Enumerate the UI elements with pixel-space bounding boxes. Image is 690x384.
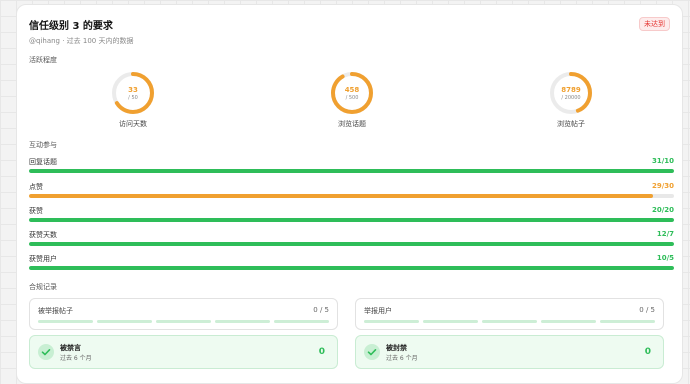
progress-label: 获赞用户 (29, 255, 57, 263)
box-label: 被举报帖子 (38, 307, 73, 315)
progress-fill (29, 218, 674, 222)
compliance-section-label: 合规记录 (29, 283, 57, 291)
ring-label: 访问天数 (119, 120, 147, 128)
segment (156, 320, 211, 323)
progress-track (29, 218, 674, 222)
engagement-section-label: 互动参与 (29, 141, 57, 149)
penalty-title: 被禁言 (60, 344, 81, 352)
progress-value: 31/10 (651, 157, 674, 165)
check-icon (38, 344, 54, 360)
segment (482, 320, 537, 323)
progress-label: 点赞 (29, 183, 43, 191)
ring-visit-days: 33 / 50 (111, 71, 155, 115)
subtitle: @qihang · 过去 100 天内的数据 (29, 37, 134, 45)
segment (274, 320, 329, 323)
progress-label: 获赞天数 (29, 231, 57, 239)
ring-value: 33 (128, 86, 138, 94)
ring-posts-viewed: 8789 / 20000 (549, 71, 593, 115)
segment-bar (38, 320, 329, 323)
progress-label: 回复话题 (29, 158, 57, 166)
progress-track (29, 242, 674, 246)
progress-fill (29, 194, 653, 198)
progress-value: 12/7 (656, 230, 674, 238)
ring-total: / 50 (128, 95, 138, 101)
progress-track (29, 169, 674, 173)
progress-track (29, 194, 674, 198)
progress-fill (29, 169, 674, 173)
page-title: 信任级别 3 的要求 (29, 21, 113, 32)
status-badge: 未达到 (639, 17, 670, 31)
ring-value: 8789 (561, 86, 581, 94)
reported-users-box: 举报用户 0 / 5 (355, 298, 664, 330)
progress-label: 获赞 (29, 207, 43, 215)
penalty-subtitle: 过去 6 个月 (60, 355, 92, 362)
penalty-value: 0 (644, 347, 651, 357)
ring-value: 458 (344, 86, 360, 94)
activity-section-label: 活跃程度 (29, 56, 57, 64)
penalty-subtitle: 过去 6 个月 (386, 355, 418, 362)
progress-value: 10/5 (656, 254, 674, 262)
progress-row-likes: 点赞 29/30 (29, 182, 674, 200)
ring-total: / 20000 (561, 95, 581, 101)
ring-topics-viewed: 458 / 500 (330, 71, 374, 115)
check-icon (364, 344, 380, 360)
box-label: 举报用户 (364, 307, 392, 315)
penalty-value: 0 (318, 347, 325, 357)
segment (97, 320, 152, 323)
box-value: 0 / 5 (313, 306, 329, 314)
progress-value: 29/30 (651, 182, 674, 190)
box-value: 0 / 5 (639, 306, 655, 314)
ring-total: / 500 (345, 95, 359, 101)
segment-bar (364, 320, 655, 323)
progress-row-replies: 回复话题 31/10 (29, 157, 674, 175)
ring-label: 浏览话题 (338, 120, 366, 128)
segment (38, 320, 93, 323)
progress-track (29, 266, 674, 270)
segment (215, 320, 270, 323)
progress-row-liked: 获赞 20/20 (29, 206, 674, 224)
suspended-box: 被封禁 过去 6 个月 0 (355, 335, 664, 369)
penalty-title: 被封禁 (386, 344, 407, 352)
silenced-box: 被禁言 过去 6 个月 0 (29, 335, 338, 369)
segment (423, 320, 478, 323)
progress-row-liked-users: 获赞用户 10/5 (29, 254, 674, 272)
segment (364, 320, 419, 323)
progress-fill (29, 266, 674, 270)
reported-posts-box: 被举报帖子 0 / 5 (29, 298, 338, 330)
trust-level-card: 信任级别 3 的要求 未达到 @qihang · 过去 100 天内的数据 活跃… (16, 4, 683, 384)
segment (600, 320, 655, 323)
progress-value: 20/20 (651, 206, 674, 214)
ring-label: 浏览帖子 (557, 120, 585, 128)
progress-row-liked-days: 获赞天数 12/7 (29, 230, 674, 248)
segment (541, 320, 596, 323)
progress-fill (29, 242, 674, 246)
